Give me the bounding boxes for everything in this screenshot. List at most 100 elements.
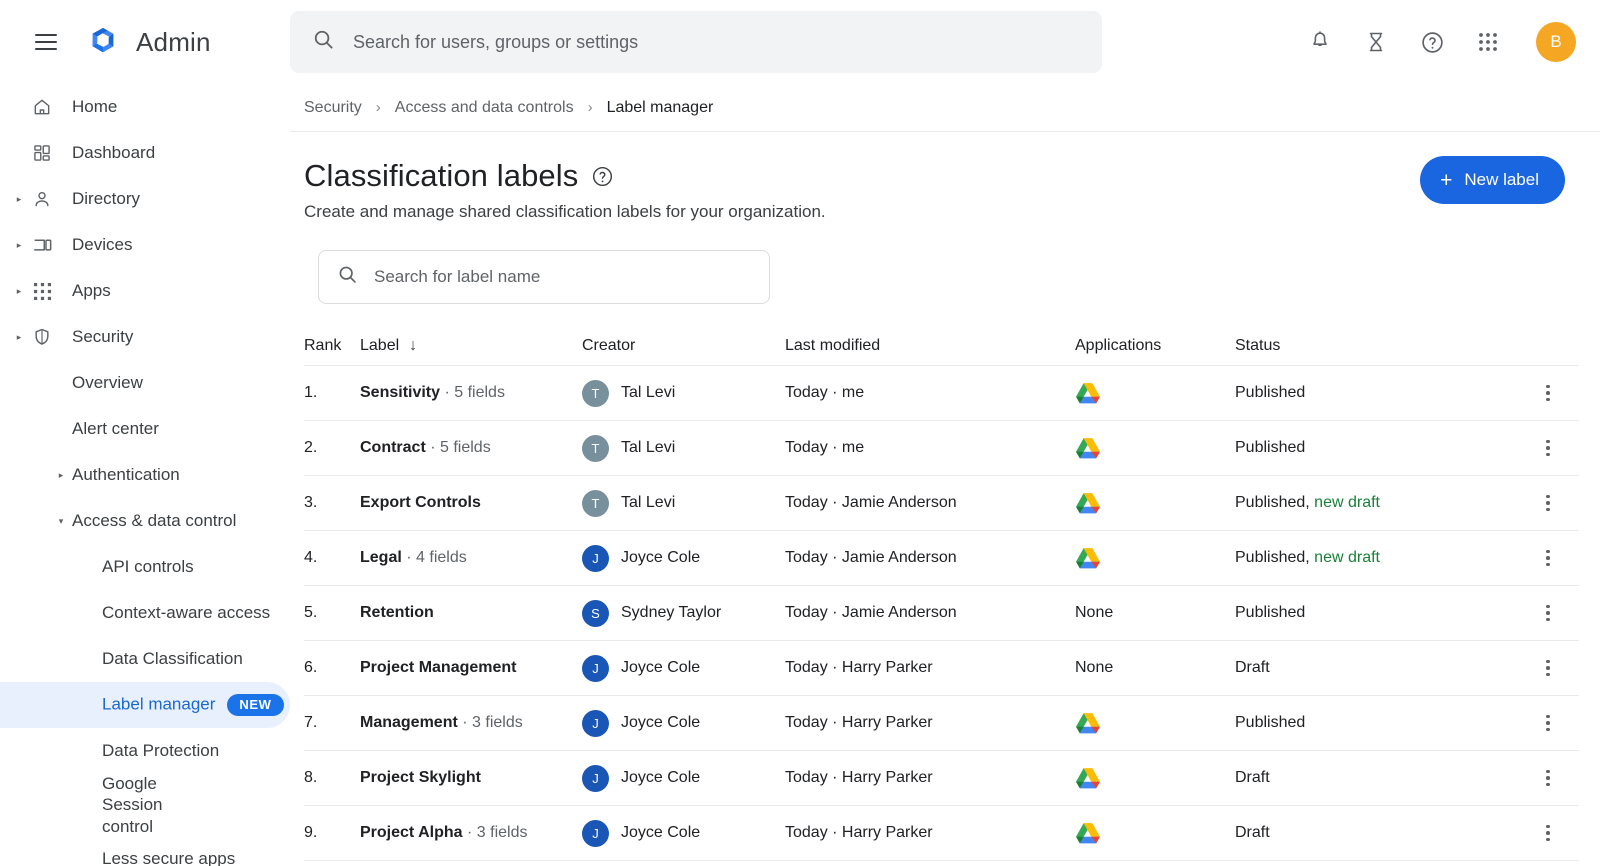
cell-rank: 2. (304, 439, 318, 456)
cell-label[interactable]: Project Skylight (360, 769, 582, 787)
cell-label[interactable]: Legal · 4 fields (360, 549, 582, 567)
cell-label[interactable]: Retention (360, 604, 582, 622)
google-drive-icon (1076, 547, 1100, 568)
cell-label[interactable]: Project Alpha · 3 fields (360, 824, 582, 842)
sidebar-item-apps[interactable]: ▸ Apps (0, 268, 290, 314)
column-header-label[interactable]: Label ↓ (360, 337, 582, 355)
admin-home-link[interactable]: Admin (86, 25, 211, 59)
account-avatar[interactable]: B (1536, 22, 1576, 62)
sidebar-item-security[interactable]: ▸ Security (0, 314, 290, 360)
kebab-menu-icon[interactable] (1537, 382, 1559, 404)
chevron-right-icon[interactable]: ▸ (10, 190, 28, 208)
table-row[interactable]: 6. Project Management J Joyce Cole Today · H… (304, 641, 1579, 696)
kebab-menu-icon[interactable] (1537, 657, 1559, 679)
cell-label[interactable]: Export Controls (360, 494, 582, 512)
sidebar-item-devices[interactable]: ▸ Devices (0, 222, 290, 268)
chevron-right-icon[interactable]: ▸ (10, 328, 28, 346)
sidebar-item-data-classification[interactable]: Data Classification (0, 636, 290, 682)
global-search-input[interactable]: Search for users, groups or settings (290, 11, 1102, 73)
kebab-menu-icon[interactable] (1537, 822, 1559, 844)
help-circle-icon[interactable] (590, 164, 614, 188)
table-row[interactable]: 3. Export Controls T Tal Levi Today · Jamie … (304, 476, 1579, 531)
sidebar-item-dashboard[interactable]: Dashboard (0, 130, 290, 176)
sidebar-item-api-controls[interactable]: API controls (0, 544, 290, 590)
hourglass-icon[interactable] (1362, 28, 1390, 56)
kebab-menu-icon[interactable] (1537, 437, 1559, 459)
table-row[interactable]: 9. Project Alpha · 3 fields J Joyce Cole Tod… (304, 806, 1579, 861)
cell-label[interactable]: Project Management (360, 659, 582, 677)
devices-icon (30, 233, 54, 257)
sidebar-item-label-manager[interactable]: Label manager NEW (0, 682, 290, 728)
chevron-down-icon[interactable]: ▾ (52, 512, 70, 530)
sidebar-item-authentication[interactable]: ▸ Authentication (0, 452, 290, 498)
column-header-applications[interactable]: Applications (1075, 337, 1235, 355)
new-label-button[interactable]: + New label (1420, 156, 1565, 204)
cell-label[interactable]: Management · 3 fields (360, 714, 582, 732)
label-name: Sensitivity (360, 384, 441, 401)
cell-label[interactable]: Contract · 5 fields (360, 439, 582, 457)
kebab-menu-icon[interactable] (1537, 712, 1559, 734)
sidebar-item-alert-center[interactable]: Alert center (0, 406, 290, 452)
kebab-menu-icon[interactable] (1537, 492, 1559, 514)
status-text: Draft (1235, 659, 1270, 676)
breadcrumb-item-access-and-data-controls[interactable]: Access and data controls (395, 99, 574, 117)
google-drive-icon (1076, 437, 1100, 458)
cell-applications (1075, 437, 1235, 460)
google-drive-icon (1076, 767, 1100, 788)
search-icon (337, 264, 358, 290)
column-header-creator[interactable]: Creator (582, 337, 785, 355)
table-row[interactable]: 1. Sensitivity · 5 fields T Tal Levi Today ·… (304, 366, 1579, 421)
table-row[interactable]: 2. Contract · 5 fields T Tal Levi Today · me… (304, 421, 1579, 476)
breadcrumb-separator: › (587, 99, 593, 116)
cell-label[interactable]: Sensitivity · 5 fields (360, 384, 582, 402)
dashboard-icon (30, 141, 54, 165)
sidebar-item-context-aware-access[interactable]: Context-aware access (0, 590, 290, 636)
cell-creator: J Joyce Cole (582, 764, 785, 792)
left-navigation-sidebar: Home Dashboard ▸ Directory ▸ Devices ▸ A… (0, 84, 290, 866)
sidebar-item-access-and-data-control[interactable]: ▾ Access & data control (0, 498, 290, 544)
cell-status: Draft (1235, 824, 1515, 842)
chevron-right-icon[interactable]: ▸ (10, 236, 28, 254)
cell-rank: 6. (304, 659, 318, 676)
help-icon[interactable] (1418, 28, 1446, 56)
sidebar-item-overview[interactable]: Overview (0, 360, 290, 406)
product-name: Admin (136, 26, 211, 57)
page-title: Classification labels (304, 158, 579, 193)
table-row[interactable]: 7. Management · 3 fields J Joyce Cole Today … (304, 696, 1579, 751)
table-row[interactable]: 8. Project Skylight J Joyce Cole Today · Har… (304, 751, 1579, 806)
sidebar-item-google-session-control[interactable]: Google Session control (0, 774, 290, 836)
kebab-menu-icon[interactable] (1537, 602, 1559, 624)
table-header-row: Rank Label ↓ Creator Last modified Applic… (304, 326, 1579, 366)
hamburger-menu-icon[interactable] (22, 18, 70, 66)
column-header-rank[interactable]: Rank (304, 337, 360, 355)
column-header-status[interactable]: Status (1235, 337, 1515, 355)
cell-applications (1075, 492, 1235, 515)
top-app-bar: Admin Search for users, groups or settin… (0, 0, 1600, 84)
sidebar-item-label: Overview (72, 373, 143, 392)
table-row[interactable]: 4. Legal · 4 fields J Joyce Cole Today · Jam… (304, 531, 1579, 586)
cell-creator: T Tal Levi (582, 434, 785, 462)
column-header-last-modified[interactable]: Last modified (785, 337, 1075, 355)
shield-icon (30, 325, 54, 349)
creator-name: Tal Levi (621, 439, 676, 456)
kebab-menu-icon[interactable] (1537, 547, 1559, 569)
table-row[interactable]: 5. Retention S Sydney Taylor Today · Jamie A… (304, 586, 1579, 641)
chevron-right-icon[interactable]: ▸ (10, 282, 28, 300)
sidebar-item-directory[interactable]: ▸ Directory (0, 176, 290, 222)
sort-descending-icon[interactable]: ↓ (409, 337, 417, 355)
status-text: Published (1235, 384, 1306, 401)
breadcrumb-item-security[interactable]: Security (304, 99, 362, 117)
sidebar-item-data-protection[interactable]: Data Protection (0, 728, 290, 774)
top-bar-actions: B (1306, 0, 1576, 84)
chevron-right-icon[interactable]: ▸ (52, 466, 70, 484)
label-search-input[interactable]: Search for label name (318, 250, 770, 304)
cell-status: Published, new draft (1235, 494, 1515, 512)
apps-grid-icon[interactable] (1474, 28, 1502, 56)
sidebar-item-less-secure-apps[interactable]: Less secure apps (0, 836, 290, 866)
notifications-bell-icon[interactable] (1306, 28, 1334, 56)
label-name: Retention (360, 604, 434, 621)
kebab-menu-icon[interactable] (1537, 767, 1559, 789)
cell-last-modified: Today · me (785, 439, 865, 456)
label-field-count: · 5 fields (444, 384, 505, 401)
sidebar-item-home[interactable]: Home (0, 84, 290, 130)
